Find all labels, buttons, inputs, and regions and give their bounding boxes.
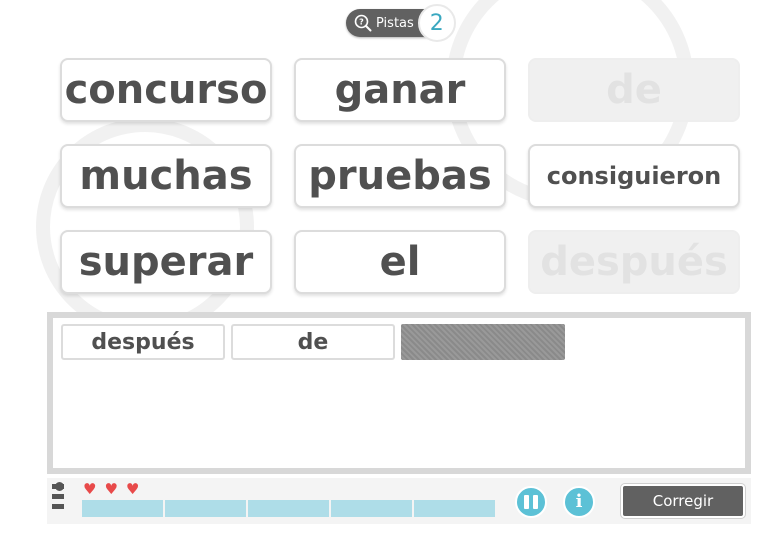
word-tile: de [528,58,740,122]
answer-word-tile[interactable]: de [231,324,395,360]
progress-segment [248,500,329,517]
pause-icon [524,495,538,509]
bottom-toolbar: ♥ ♥ ♥ i Corregir [47,478,751,524]
word-tile[interactable]: superar [60,230,272,294]
progress-segment [82,500,163,517]
heart-icon: ♥ [83,480,97,498]
progress-segment [331,500,412,517]
progress-bar [82,500,495,517]
word-tile[interactable]: el [294,230,506,294]
answer-area: después de [47,312,751,474]
word-tile[interactable]: concurso [60,58,272,122]
answer-word-tile[interactable]: después [61,324,225,360]
menu-badge [55,482,64,491]
word-tile[interactable]: consiguieron [528,144,740,208]
lives-indicator: ♥ ♥ ♥ [83,481,139,497]
progress-segment [414,500,495,517]
answer-empty-slot[interactable] [401,324,565,360]
info-icon: i [575,491,583,512]
word-tile[interactable]: ganar [294,58,506,122]
hint-magnifier-icon: ? [354,14,372,32]
svg-text:?: ? [359,18,364,27]
game-stage: ? Pistas 2 concurso ganar de muchas pruebas c… [0,0,768,544]
word-tile[interactable]: muchas [60,144,272,208]
word-tile[interactable]: pruebas [294,144,506,208]
progress-segment [165,500,246,517]
hints-button[interactable]: ? Pistas 2 [346,4,456,42]
answer-drop-zone[interactable]: después de [53,318,745,468]
hints-count: 2 [417,4,456,42]
hints-label: Pistas [376,15,414,31]
info-button[interactable]: i [563,486,595,518]
heart-icon: ♥ [104,480,118,498]
pause-button[interactable] [515,486,547,518]
heart-icon: ♥ [125,480,140,498]
word-tile: después [528,230,740,294]
check-button[interactable]: Corregir [621,484,745,518]
